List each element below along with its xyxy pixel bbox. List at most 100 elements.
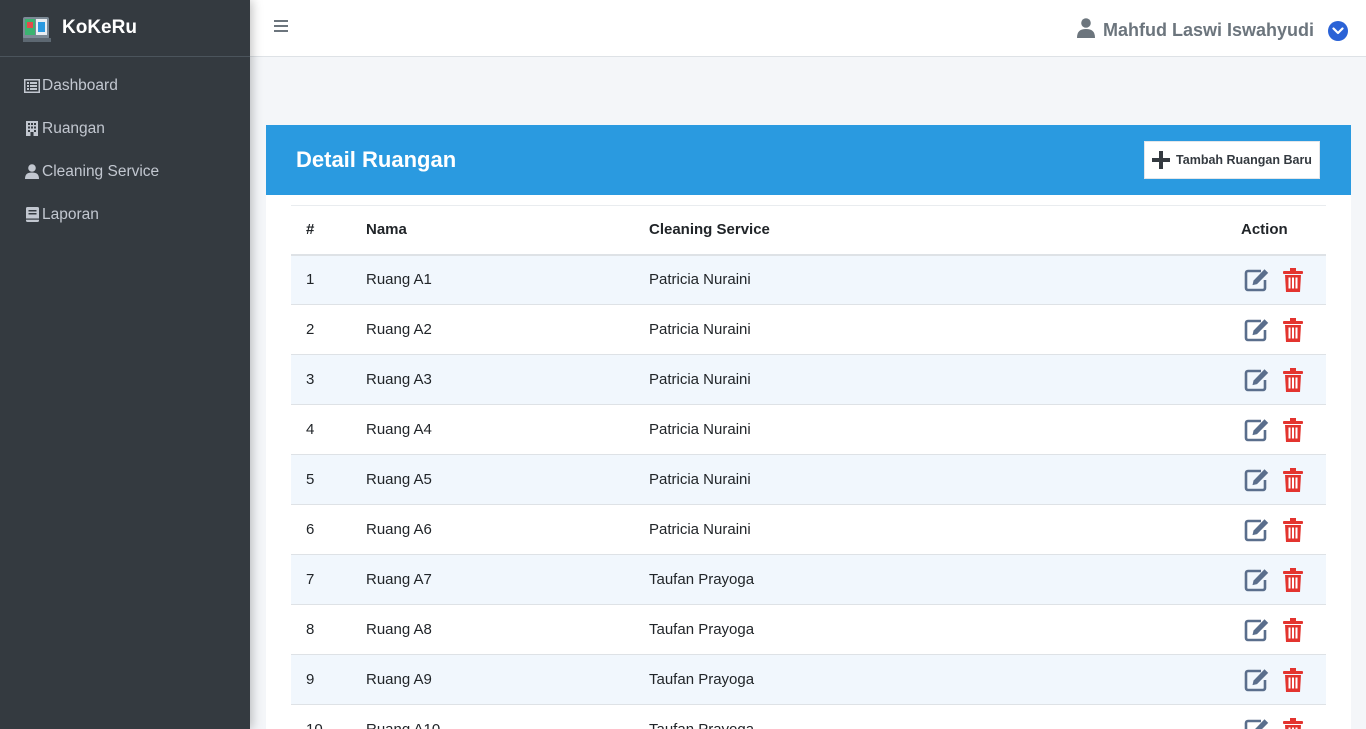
card-header: Detail Ruangan Tambah Ruangan Baru [266,125,1351,195]
column-header-number: # [291,205,351,256]
row-number: 8 [291,604,351,655]
page-title: Detail Ruangan [296,147,456,173]
edit-icon[interactable] [1244,718,1270,729]
row-nama: Ruang A5 [351,454,634,505]
title-prefix: Detail [296,147,356,172]
row-number: 4 [291,404,351,455]
row-nama: Ruang A9 [351,654,634,705]
row-nama: Ruang A4 [351,404,634,455]
row-number: 2 [291,304,351,355]
trash-icon[interactable] [1283,467,1303,492]
edit-icon[interactable] [1244,568,1270,592]
column-header-action: Action [1226,205,1326,256]
sidebar: KoKeRu Dashboard Ruangan Cleaning Servic… [0,0,250,729]
trash-icon[interactable] [1283,267,1303,292]
add-room-button[interactable]: Tambah Ruangan Baru [1144,141,1320,179]
row-actions [1226,454,1326,505]
row-number: 7 [291,554,351,605]
menu-toggle-icon[interactable] [274,20,288,34]
row-cleaning-service: Taufan Prayoga [634,604,1226,655]
brand[interactable]: KoKeRu [0,0,250,57]
row-nama: Ruang A2 [351,304,634,355]
row-actions [1226,254,1326,305]
row-actions [1226,354,1326,405]
column-header-cleaning-service: Cleaning Service [634,205,1226,256]
sidebar-item-laporan[interactable]: Laporan [0,193,250,236]
table-row: 2 Ruang A2 Patricia Nuraini [291,304,1326,355]
sidebar-nav: Dashboard Ruangan Cleaning Service Lapor… [0,57,250,236]
row-nama: Ruang A6 [351,504,634,555]
row-cleaning-service: Patricia Nuraini [634,504,1226,555]
sidebar-item-cleaning-service[interactable]: Cleaning Service [0,150,250,193]
sidebar-item-ruangan[interactable]: Ruangan [0,107,250,150]
edit-icon[interactable] [1244,618,1270,642]
row-nama: Ruang A7 [351,554,634,605]
building-icon [24,121,40,137]
row-actions [1226,304,1326,355]
edit-icon[interactable] [1244,518,1270,542]
row-cleaning-service: Patricia Nuraini [634,404,1226,455]
detail-card: Detail Ruangan Tambah Ruangan Baru # Nam… [266,125,1351,729]
row-number: 3 [291,354,351,405]
row-actions [1226,504,1326,555]
column-header-nama: Nama [351,205,634,256]
table-row: 4 Ruang A4 Patricia Nuraini [291,404,1326,455]
row-nama: Ruang A3 [351,354,634,405]
row-nama: Ruang A1 [351,254,634,305]
table-row: 9 Ruang A9 Taufan Prayoga [291,654,1326,705]
row-cleaning-service: Patricia Nuraini [634,304,1226,355]
user-menu[interactable]: Mahfud Laswi Iswahyudi [1076,18,1348,43]
sidebar-item-label: Ruangan [42,119,105,137]
chevron-down-icon[interactable] [1328,20,1348,41]
trash-icon[interactable] [1283,667,1303,692]
table-row: 3 Ruang A3 Patricia Nuraini [291,354,1326,405]
add-room-label: Tambah Ruangan Baru [1176,153,1312,167]
row-actions [1226,704,1326,729]
table-row: 1 Ruang A1 Patricia Nuraini [291,254,1326,305]
row-cleaning-service: Taufan Prayoga [634,704,1226,729]
table-row: 8 Ruang A8 Taufan Prayoga [291,604,1326,655]
sidebar-item-label: Dashboard [42,76,118,94]
user-icon [24,164,40,180]
trash-icon[interactable] [1283,417,1303,442]
row-number: 5 [291,454,351,505]
sidebar-item-dashboard[interactable]: Dashboard [0,64,250,107]
top-navbar: Mahfud Laswi Iswahyudi [250,0,1366,57]
row-number: 9 [291,654,351,705]
row-number: 10 [291,704,351,729]
brand-name: KoKeRu [62,17,137,38]
edit-icon[interactable] [1244,418,1270,442]
plus-icon [1152,151,1171,169]
row-number: 6 [291,504,351,555]
row-actions [1226,404,1326,455]
trash-icon[interactable] [1283,367,1303,392]
row-cleaning-service: Taufan Prayoga [634,554,1226,605]
row-cleaning-service: Taufan Prayoga [634,654,1226,705]
table-row: 6 Ruang A6 Patricia Nuraini [291,504,1326,555]
rooms-table: # Nama Cleaning Service Action 1 Ruang A1… [291,205,1326,729]
trash-icon[interactable] [1283,517,1303,542]
user-name: Mahfud Laswi Iswahyudi [1102,20,1314,40]
trash-icon[interactable] [1283,317,1303,342]
table-row: 10Ruang A10Taufan Prayoga [291,704,1326,729]
edit-icon[interactable] [1244,668,1270,692]
edit-icon[interactable] [1244,318,1270,342]
edit-icon[interactable] [1244,368,1270,392]
row-number: 1 [291,254,351,305]
list-icon [24,78,40,94]
trash-icon[interactable] [1283,617,1303,642]
sidebar-item-label: Laporan [42,205,99,223]
book-icon [24,207,40,223]
table-row: 5 Ruang A5 Patricia Nuraini [291,454,1326,505]
row-cleaning-service: Patricia Nuraini [634,454,1226,505]
row-cleaning-service: Patricia Nuraini [634,254,1226,305]
trash-icon[interactable] [1283,717,1303,729]
table-header-row: # Nama Cleaning Service Action [291,205,1326,256]
trash-icon[interactable] [1283,567,1303,592]
edit-icon[interactable] [1244,468,1270,492]
title-bold: Ruangan [362,147,457,172]
row-nama: Ruang A8 [351,604,634,655]
row-actions [1226,604,1326,655]
brand-logo-icon [20,11,54,45]
edit-icon[interactable] [1244,268,1270,292]
